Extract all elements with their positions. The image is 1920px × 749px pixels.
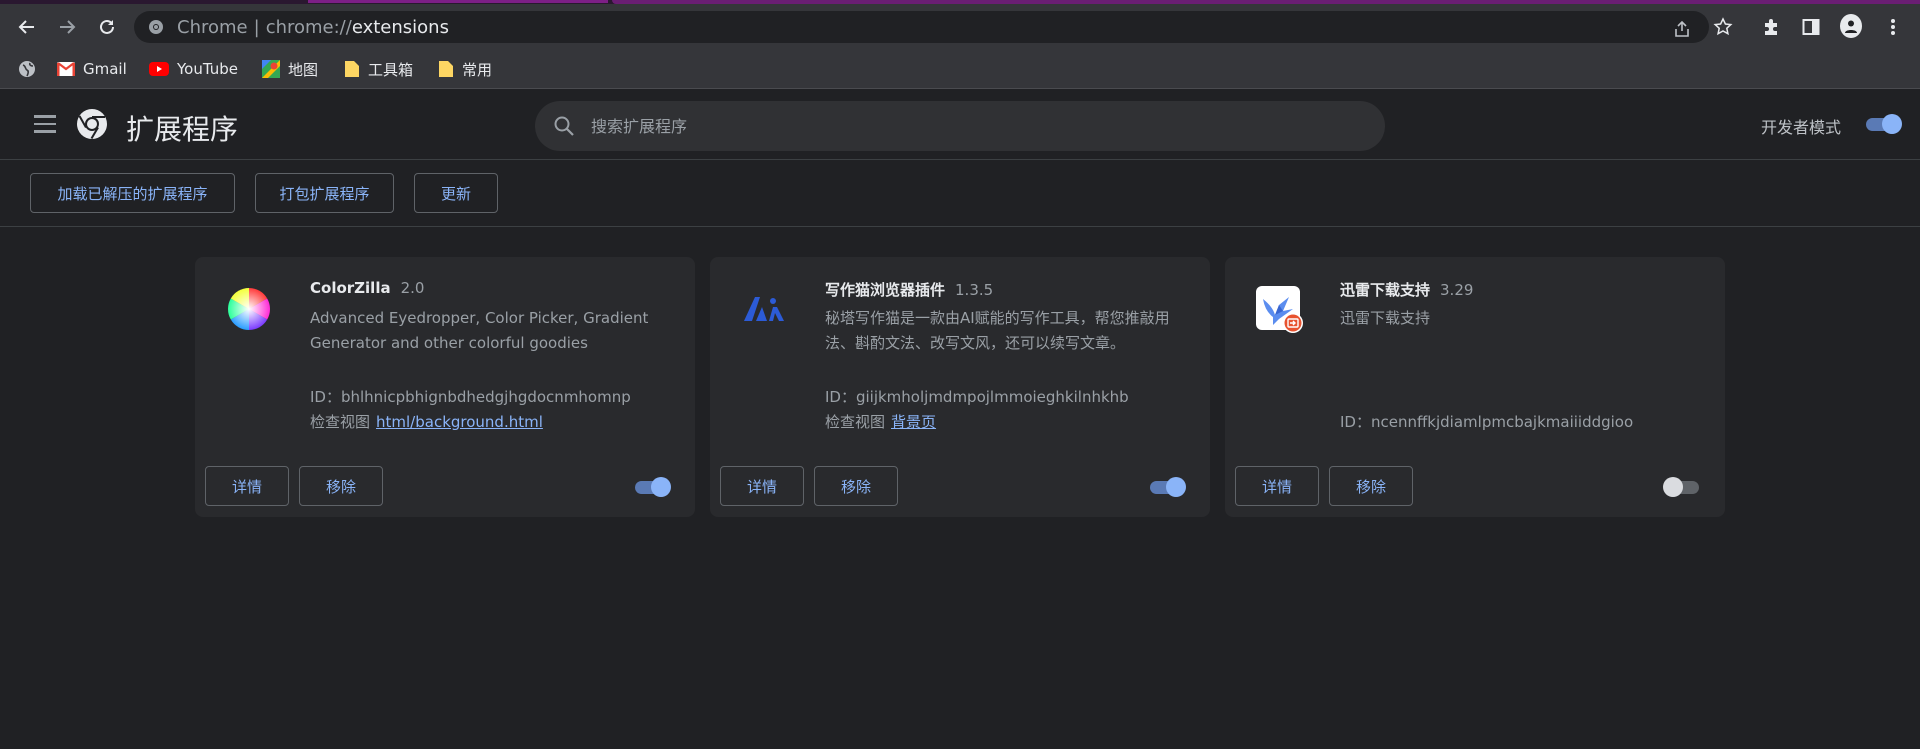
- site-label: Chrome: [177, 17, 248, 38]
- extension-version: 1.3.5: [955, 281, 994, 299]
- extension-title: ColorZilla 2.0: [310, 279, 424, 297]
- extension-description: 迅雷下载支持: [1340, 309, 1431, 327]
- address-bar[interactable]: Chrome | chrome://extensions: [134, 11, 1709, 43]
- forward-button[interactable]: [53, 13, 81, 41]
- colorzilla-icon: [225, 285, 273, 333]
- folder-icon: [439, 61, 453, 77]
- hamburger-menu-icon[interactable]: [34, 115, 58, 135]
- remove-button[interactable]: 移除: [1329, 466, 1413, 506]
- extension-name: 迅雷下载支持: [1340, 281, 1431, 299]
- extension-title: 迅雷下载支持 3.29: [1340, 279, 1473, 300]
- extensions-button[interactable]: [1760, 16, 1782, 38]
- search-input[interactable]: [591, 111, 1351, 141]
- update-button[interactable]: 更新: [414, 173, 498, 213]
- extensions-search[interactable]: [535, 101, 1385, 151]
- inspect-views: 检查视图 html/background.html: [310, 411, 543, 432]
- share-icon: [1675, 20, 1689, 37]
- extension-card-xunlei: 迅雷下载支持 3.29 迅雷下载支持 ID：ncennffkjdiamlpmcb…: [1225, 257, 1725, 517]
- extension-name: 写作猫浏览器插件: [825, 281, 946, 299]
- extension-name: ColorZilla: [310, 279, 391, 297]
- remove-button[interactable]: 移除: [814, 466, 898, 506]
- bookmarks-bar: Gmail YouTube 地图 工具箱 常用: [0, 50, 1920, 89]
- side-panel-button[interactable]: [1800, 16, 1822, 38]
- inspect-view-link[interactable]: 背景页: [891, 413, 936, 431]
- url-host: extensions: [351, 17, 449, 38]
- extension-version: 3.29: [1440, 281, 1474, 299]
- reload-button[interactable]: [93, 13, 121, 41]
- enable-toggle[interactable]: [1148, 477, 1186, 497]
- details-button[interactable]: 详情: [1235, 466, 1319, 506]
- xunlei-icon: [1255, 285, 1303, 333]
- bookmark-folder-common[interactable]: 常用: [438, 59, 492, 79]
- details-button[interactable]: 详情: [205, 466, 289, 506]
- gmail-icon: [57, 62, 75, 76]
- url-text: Chrome | chrome://extensions: [177, 17, 449, 38]
- bookmark-label: Gmail: [83, 60, 127, 78]
- devmode-toggle[interactable]: [1864, 114, 1902, 134]
- profile-button[interactable]: [1840, 14, 1862, 38]
- details-button[interactable]: 详情: [720, 466, 804, 506]
- bookmark-label: 工具箱: [368, 60, 414, 79]
- reload-icon: [100, 19, 114, 34]
- maps-icon: [262, 60, 280, 78]
- extension-card-colorzilla: ColorZilla 2.0 Advanced Eyedropper, Colo…: [195, 257, 695, 517]
- extension-id: ID：bhlhnicpbhignbdhedgjhgdocnmhomnp: [310, 388, 631, 406]
- inspect-view-link[interactable]: html/background.html: [376, 413, 543, 431]
- bookmark-gmail[interactable]: Gmail: [57, 59, 127, 79]
- bookmark-folder-toolbox[interactable]: 工具箱: [344, 59, 413, 79]
- extension-id: ID：ncennffkjdiamlpmcbajkmaiiiddgioo: [1340, 413, 1634, 431]
- bookmark-label: 常用: [462, 60, 493, 79]
- enable-toggle[interactable]: [633, 477, 671, 497]
- extension-description: Advanced Eyedropper, Color Picker, Gradi…: [310, 309, 649, 352]
- bookmark-youtube[interactable]: YouTube: [149, 59, 238, 79]
- inspect-views-label: 检查视图: [310, 413, 371, 431]
- devmode-label: 开发者模式: [1761, 118, 1842, 137]
- pack-extension-button[interactable]: 打包扩展程序: [255, 173, 394, 213]
- extension-id: ID：giijkmholjmdmpojlmmoieghkilnhkhb: [825, 388, 1129, 406]
- url-scheme: chrome://: [265, 17, 352, 38]
- back-arrow-icon: [18, 20, 34, 34]
- globe-icon: [19, 61, 35, 77]
- inspect-views: 检查视图 背景页: [825, 411, 936, 432]
- search-icon: [553, 115, 575, 141]
- extension-version: 2.0: [400, 279, 425, 297]
- puzzle-icon: [1765, 19, 1777, 35]
- enable-toggle[interactable]: [1663, 477, 1701, 497]
- menu-button[interactable]: [1882, 16, 1904, 38]
- folder-icon: [345, 61, 359, 77]
- extensions-header: 扩展程序 开发者模式: [0, 90, 1920, 160]
- bookmark-label: YouTube: [177, 60, 238, 78]
- bookmark-apps[interactable]: [18, 59, 36, 79]
- bookmark-maps[interactable]: 地图: [262, 59, 318, 79]
- extension-description: 秘塔写作猫是一款由AI赋能的写作工具，帮您推敲用法、斟酌文法、改写文风，还可以续…: [825, 309, 1170, 352]
- more-vert-icon: [1891, 19, 1895, 35]
- browser-toolbar: Chrome | chrome://extensions: [0, 4, 1920, 50]
- avatar-icon: [1840, 14, 1862, 38]
- page-title: 扩展程序: [126, 113, 239, 146]
- extension-card-xiezuomao: 写作猫浏览器插件 1.3.5 秘塔写作猫是一款由AI赋能的写作工具，帮您推敲用法…: [710, 257, 1210, 517]
- chrome-site-icon: [148, 19, 164, 39]
- bookmark-star-button[interactable]: [1712, 16, 1734, 38]
- chrome-logo-icon: [76, 108, 108, 144]
- inspect-views-label: 检查视图: [825, 413, 886, 431]
- star-icon: [1713, 17, 1733, 36]
- url-separator: |: [253, 17, 260, 38]
- side-panel-icon: [1802, 19, 1820, 35]
- extension-title: 写作猫浏览器插件 1.3.5: [825, 279, 993, 300]
- xiezuomao-icon: [740, 285, 788, 333]
- load-unpacked-button[interactable]: 加载已解压的扩展程序: [30, 173, 235, 213]
- youtube-icon: [149, 62, 169, 76]
- share-button[interactable]: [1672, 19, 1692, 39]
- forward-arrow-icon: [60, 20, 76, 34]
- back-button[interactable]: [13, 13, 41, 41]
- bookmark-label: 地图: [288, 60, 319, 79]
- remove-button[interactable]: 移除: [299, 466, 383, 506]
- developer-actions-bar: 加载已解压的扩展程序 打包扩展程序 更新: [0, 161, 1920, 227]
